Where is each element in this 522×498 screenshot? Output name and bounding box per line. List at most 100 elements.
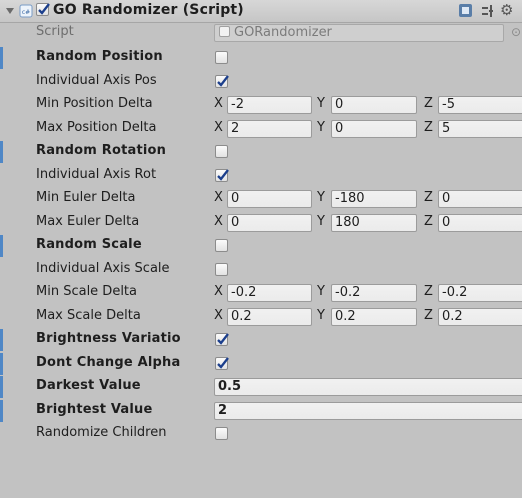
checkbox[interactable] bbox=[215, 239, 228, 252]
property-row-dont-change-alpha: Dont Change Alpha bbox=[0, 353, 522, 376]
axis-label-x: X bbox=[214, 308, 223, 323]
checkbox[interactable] bbox=[215, 169, 229, 182]
float-value-field[interactable]: 0.5 bbox=[214, 378, 522, 396]
property-row-brightest-value: Brightest Value 2 bbox=[0, 400, 522, 423]
property-row-min-position-delta: Min Position Delta X -2 Y 0 Z -5 bbox=[0, 94, 522, 117]
property-label: Individual Axis Scale bbox=[36, 261, 170, 276]
property-row-min-scale-delta: Min Scale Delta X -0.2 Y -0.2 Z -0.2 bbox=[0, 282, 522, 305]
modified-marker bbox=[0, 353, 3, 375]
foldout-arrow-icon[interactable] bbox=[5, 6, 15, 16]
object-picker-icon: ⊙ bbox=[511, 25, 522, 39]
axis-label-x: X bbox=[214, 96, 223, 111]
x-value-field[interactable]: -2 bbox=[227, 96, 312, 114]
checkmark-icon bbox=[217, 357, 229, 369]
checkbox[interactable] bbox=[215, 75, 229, 88]
property-row-max-position-delta: Max Position Delta X 2 Y 0 Z 5 bbox=[0, 118, 522, 141]
x-value-field[interactable]: 2 bbox=[227, 120, 312, 138]
property-label: Max Euler Delta bbox=[36, 214, 140, 229]
property-label: Individual Axis Rot bbox=[36, 167, 157, 182]
checkmark-icon bbox=[217, 75, 229, 87]
property-row-random-scale: Random Scale bbox=[0, 235, 522, 258]
axis-label-y: Y bbox=[317, 96, 325, 111]
checkmark-icon bbox=[217, 169, 229, 181]
z-value-field[interactable]: 5 bbox=[438, 120, 522, 138]
checkbox[interactable] bbox=[215, 51, 228, 64]
property-row-random-rotation: Random Rotation bbox=[0, 141, 522, 164]
z-value-field[interactable]: 0 bbox=[438, 190, 522, 208]
property-row-individual-axis-rot: Individual Axis Rot bbox=[0, 165, 522, 188]
property-row-max-euler-delta: Max Euler Delta X 0 Y 180 Z 0 bbox=[0, 212, 522, 235]
property-label: Randomize Children bbox=[36, 425, 167, 440]
z-value-field[interactable]: 0.2 bbox=[438, 308, 522, 326]
axis-label-y: Y bbox=[317, 190, 325, 205]
axis-label-z: Z bbox=[424, 96, 433, 111]
property-row-min-euler-delta: Min Euler Delta X 0 Y -180 Z 0 bbox=[0, 188, 522, 211]
axis-label-x: X bbox=[214, 120, 223, 135]
property-label: Max Scale Delta bbox=[36, 308, 141, 323]
x-value-field[interactable]: 0 bbox=[227, 214, 312, 232]
property-label: Min Euler Delta bbox=[36, 190, 136, 205]
y-value-field[interactable]: 0.2 bbox=[331, 308, 417, 326]
property-row-randomize-children: Randomize Children bbox=[0, 423, 522, 446]
checkmark-icon bbox=[217, 333, 229, 345]
axis-label-z: Z bbox=[424, 284, 433, 299]
property-row-individual-axis-pos: Individual Axis Pos bbox=[0, 71, 522, 94]
checkbox[interactable] bbox=[215, 145, 228, 158]
axis-label-x: X bbox=[214, 214, 223, 229]
z-value-field[interactable]: -0.2 bbox=[438, 284, 522, 302]
property-label: Max Position Delta bbox=[36, 120, 157, 135]
y-value-field[interactable]: -180 bbox=[331, 190, 417, 208]
property-label: Dont Change Alpha bbox=[36, 355, 181, 370]
axis-label-z: Z bbox=[424, 308, 433, 323]
property-label: Min Scale Delta bbox=[36, 284, 137, 299]
inspector-panel: c# GO Randomizer (Script) ⚙ Script GORan… bbox=[0, 0, 522, 498]
script-object-field: GORandomizer bbox=[214, 24, 504, 42]
svg-text:c#: c# bbox=[22, 9, 30, 16]
modified-marker bbox=[0, 235, 3, 257]
property-row-darkest-value: Darkest Value 0.5 bbox=[0, 376, 522, 399]
x-value-field[interactable]: 0 bbox=[227, 190, 312, 208]
script-object-value: GORandomizer bbox=[234, 25, 332, 40]
modified-marker bbox=[0, 141, 3, 163]
y-value-field[interactable]: -0.2 bbox=[331, 284, 417, 302]
component-header[interactable]: c# GO Randomizer (Script) ⚙ bbox=[0, 0, 522, 23]
y-value-field[interactable]: 0 bbox=[331, 96, 417, 114]
x-value-field[interactable]: -0.2 bbox=[227, 284, 312, 302]
modified-marker bbox=[0, 329, 3, 351]
settings-gear-icon[interactable]: ⚙ bbox=[500, 1, 513, 19]
property-row-individual-axis-scale: Individual Axis Scale bbox=[0, 259, 522, 282]
property-label: Random Rotation bbox=[36, 143, 167, 158]
property-row-brightness-variatio: Brightness Variatio bbox=[0, 329, 522, 352]
script-label: Script bbox=[36, 24, 74, 39]
axis-label-y: Y bbox=[317, 214, 325, 229]
y-value-field[interactable]: 180 bbox=[331, 214, 417, 232]
property-label: Random Scale bbox=[36, 237, 142, 252]
axis-label-y: Y bbox=[317, 308, 325, 323]
presets-icon[interactable] bbox=[481, 4, 495, 18]
float-value-field[interactable]: 2 bbox=[214, 402, 522, 420]
x-value-field[interactable]: 0.2 bbox=[227, 308, 312, 326]
property-label: Random Position bbox=[36, 49, 163, 64]
script-asset-icon bbox=[219, 26, 230, 37]
axis-label-z: Z bbox=[424, 120, 433, 135]
axis-label-y: Y bbox=[317, 120, 325, 135]
property-label: Brightness Variatio bbox=[36, 331, 181, 346]
help-book-icon[interactable] bbox=[458, 3, 473, 18]
z-value-field[interactable]: 0 bbox=[438, 214, 522, 232]
checkbox[interactable] bbox=[215, 357, 229, 370]
checkbox[interactable] bbox=[215, 263, 228, 276]
axis-label-z: Z bbox=[424, 214, 433, 229]
axis-label-x: X bbox=[214, 190, 223, 205]
axis-label-x: X bbox=[214, 284, 223, 299]
property-row-max-scale-delta: Max Scale Delta X 0.2 Y 0.2 Z 0.2 bbox=[0, 306, 522, 329]
modified-marker bbox=[0, 376, 3, 398]
checkbox[interactable] bbox=[215, 427, 228, 440]
axis-label-z: Z bbox=[424, 190, 433, 205]
modified-marker bbox=[0, 47, 3, 69]
component-enabled-checkbox[interactable] bbox=[36, 3, 50, 16]
z-value-field[interactable]: -5 bbox=[438, 96, 522, 114]
y-value-field[interactable]: 0 bbox=[331, 120, 417, 138]
checkbox[interactable] bbox=[215, 333, 229, 346]
property-label: Brightest Value bbox=[36, 402, 153, 417]
property-label: Min Position Delta bbox=[36, 96, 153, 111]
